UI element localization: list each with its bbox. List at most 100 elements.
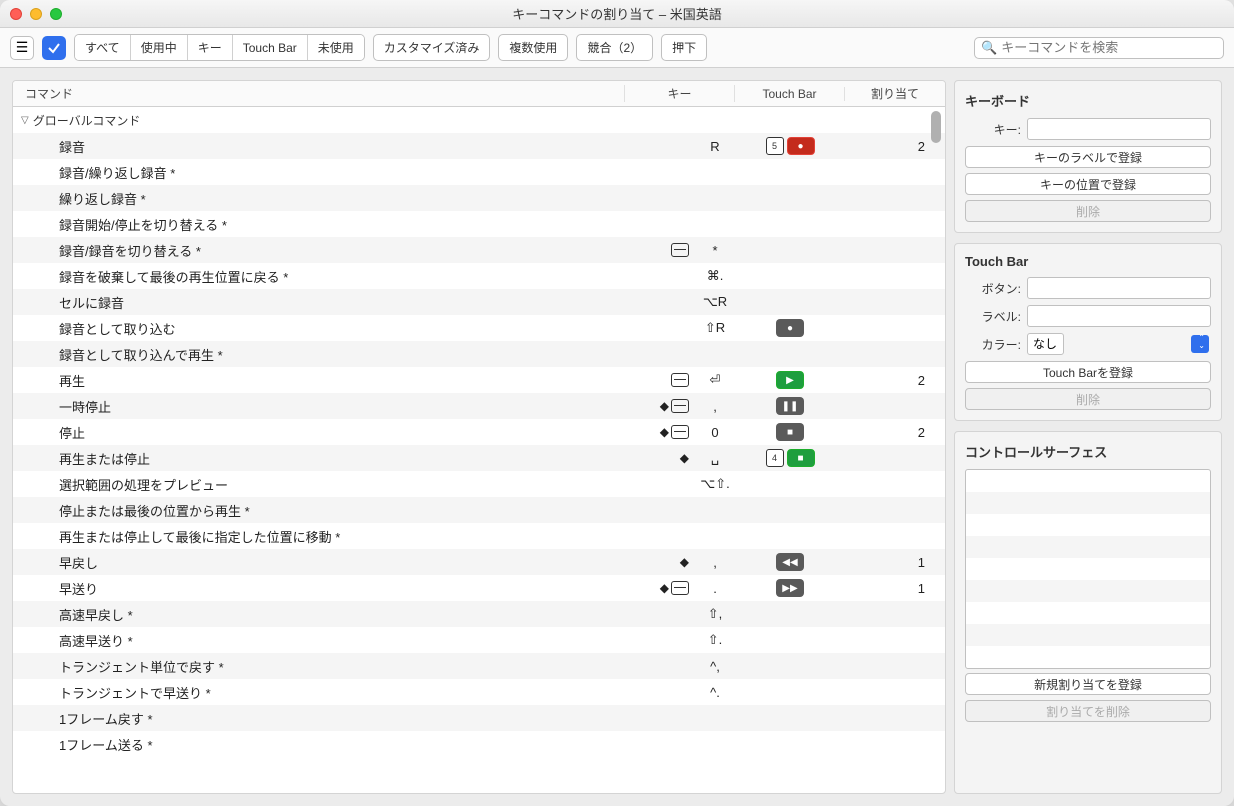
col-touchbar[interactable]: Touch Bar (735, 87, 845, 101)
table-row[interactable]: 録音/繰り返し録音 * (13, 159, 945, 185)
cmd-cell: 録音/録音を切り替える * (13, 241, 625, 260)
table-row[interactable]: 再生または停止して最後に指定した位置に移動 * (13, 523, 945, 549)
table-row[interactable]: 一時停止◆,❚❚ (13, 393, 945, 419)
table-row[interactable]: 録音R5●2 (13, 133, 945, 159)
pill-multi[interactable]: 複数使用 (498, 34, 568, 61)
touchbar-badge-icon: ▶ (776, 371, 804, 389)
seg-all[interactable]: すべて (75, 35, 131, 60)
seg-key[interactable]: キー (188, 35, 233, 60)
touchbar-badge-icon: ● (776, 319, 804, 337)
key-label: キー: (965, 121, 1021, 138)
table-row[interactable]: 1フレーム戻す * (13, 705, 945, 731)
col-key[interactable]: キー (625, 85, 735, 102)
touchbar-badge-icon: ■ (776, 423, 804, 441)
table-row[interactable]: 録音開始/停止を切り替える * (13, 211, 945, 237)
cmd-cell: 再生または停止 (13, 449, 625, 468)
pill-pressed[interactable]: 押下 (661, 34, 707, 61)
table-row[interactable]: 録音/録音を切り替える ** (13, 237, 945, 263)
register-by-position-button[interactable]: キーの位置で登録 (965, 173, 1211, 195)
search-input[interactable] (1001, 40, 1217, 55)
table-row[interactable]: 停止または最後の位置から再生 * (13, 497, 945, 523)
table-body: ▽ グローバルコマンド録音R5●2録音/繰り返し録音 * 繰り返し録音 * 録音開始/… (13, 107, 945, 793)
keyboard-icon (671, 425, 689, 439)
table-row[interactable]: 再生⏎▶2 (13, 367, 945, 393)
cmd-cell: 繰り返し録音 * (13, 189, 625, 208)
window-title: キーコマンドの割り当て – 米国英語 (512, 4, 721, 23)
key-cell: ⇧R (695, 320, 735, 336)
touchbar-cell: ❚❚ (735, 397, 845, 415)
key-cell: , (695, 555, 735, 570)
table-row[interactable]: 早戻し◆,◀◀1 (13, 549, 945, 575)
close-icon[interactable] (10, 8, 22, 20)
cmd-cell: 停止または最後の位置から再生 * (13, 501, 625, 520)
group-label: グローバルコマンド (33, 112, 141, 129)
delete-key-button[interactable]: 削除 (965, 200, 1211, 222)
register-by-label-button[interactable]: キーのラベルで登録 (965, 146, 1211, 168)
surface-title: コントロールサーフェス (965, 442, 1211, 461)
search-field[interactable]: 🔍 (974, 37, 1224, 59)
scroll-thumb[interactable] (931, 111, 941, 143)
tb-color-select[interactable]: なし (1027, 333, 1064, 355)
new-assignment-button[interactable]: 新規割り当てを登録 (965, 673, 1211, 695)
cmd-cell: 選択範囲の処理をプレビュー (13, 475, 625, 494)
keyboard-icon (671, 243, 689, 257)
layers-icon: ◆ (680, 555, 689, 569)
pill-conflict[interactable]: 競合（2） (576, 34, 653, 61)
group-row[interactable]: ▽ グローバルコマンド (13, 107, 945, 133)
tb-button-input[interactable] (1027, 277, 1211, 299)
table-row[interactable]: 早送り◆.▶▶1 (13, 575, 945, 601)
zoom-icon[interactable] (50, 8, 62, 20)
touchbar-cell: ▶▶ (735, 579, 845, 597)
table-row[interactable]: 再生または停止 ◆ ␣ 4■ (13, 445, 945, 471)
cmd-cell: トランジェント単位で戻す * (13, 657, 625, 676)
touchbar-mini-icon: 4 (766, 449, 784, 467)
titlebar: キーコマンドの割り当て – 米国英語 (0, 0, 1234, 28)
scrollbar[interactable] (929, 111, 943, 789)
minimize-icon[interactable] (30, 8, 42, 20)
register-touchbar-button[interactable]: Touch Barを登録 (965, 361, 1211, 383)
tb-label-input[interactable] (1027, 305, 1211, 327)
seg-used[interactable]: 使用中 (131, 35, 188, 60)
mods-cell: ◆ (625, 451, 695, 465)
toolbar: ☰ すべて 使用中 キー Touch Bar 未使用 カスタマイズ済み 複数使用… (0, 28, 1234, 68)
table-row[interactable]: 録音として取り込む⇧R● (13, 315, 945, 341)
table-row[interactable]: セルに録音⌥R (13, 289, 945, 315)
table-row[interactable]: トランジェントで早送り *^. (13, 679, 945, 705)
search-icon: 🔍 (981, 40, 997, 56)
cmd-cell: 停止 (13, 423, 625, 442)
key-cell: , (695, 399, 735, 414)
table-row[interactable]: 繰り返し録音 * (13, 185, 945, 211)
touchbar-title: Touch Bar (965, 254, 1211, 269)
col-command[interactable]: コマンド (13, 85, 625, 102)
filter-button[interactable] (42, 36, 66, 60)
table-row[interactable]: トランジェント単位で戻す *^, (13, 653, 945, 679)
table-row[interactable]: 停止◆0■2 (13, 419, 945, 445)
key-cell: ␣ (695, 450, 735, 466)
pill-customized[interactable]: カスタマイズ済み (373, 34, 491, 61)
seg-touchbar[interactable]: Touch Bar (233, 35, 308, 60)
table-row[interactable]: 高速早戻し *⇧, (13, 601, 945, 627)
cmd-cell: 録音として取り込んで再生 * (13, 345, 625, 364)
key-input[interactable] (1027, 118, 1211, 140)
delete-touchbar-button[interactable]: 削除 (965, 388, 1211, 410)
options-button[interactable]: ☰ (10, 36, 34, 60)
touchbar-badge-icon: ■ (787, 449, 815, 467)
seg-unused[interactable]: 未使用 (308, 35, 364, 60)
surface-listbox[interactable] (965, 469, 1211, 669)
layers-icon: ◆ (660, 425, 669, 439)
table-row[interactable]: 高速早送り *⇧. (13, 627, 945, 653)
mods-cell: ◆ (625, 399, 695, 413)
table-row[interactable]: 録音として取り込んで再生 * (13, 341, 945, 367)
col-assign[interactable]: 割り当て (845, 85, 945, 102)
delete-assignment-button[interactable]: 割り当てを削除 (965, 700, 1211, 722)
cmd-cell: 録音開始/停止を切り替える * (13, 215, 625, 234)
cmd-cell: 再生 (13, 371, 625, 390)
table-row[interactable]: 1フレーム送る * (13, 731, 945, 757)
key-cell: ⌥⇧. (695, 476, 735, 492)
touchbar-badge-icon: ● (787, 137, 815, 155)
table-row[interactable]: 選択範囲の処理をプレビュー ⌥⇧. (13, 471, 945, 497)
touchbar-badge-icon: ◀◀ (776, 553, 804, 571)
layers-icon: ◆ (680, 451, 689, 465)
table-row[interactable]: 録音を破棄して最後の再生位置に戻る *⌘. (13, 263, 945, 289)
disclosure-icon: ▽ (21, 115, 29, 126)
